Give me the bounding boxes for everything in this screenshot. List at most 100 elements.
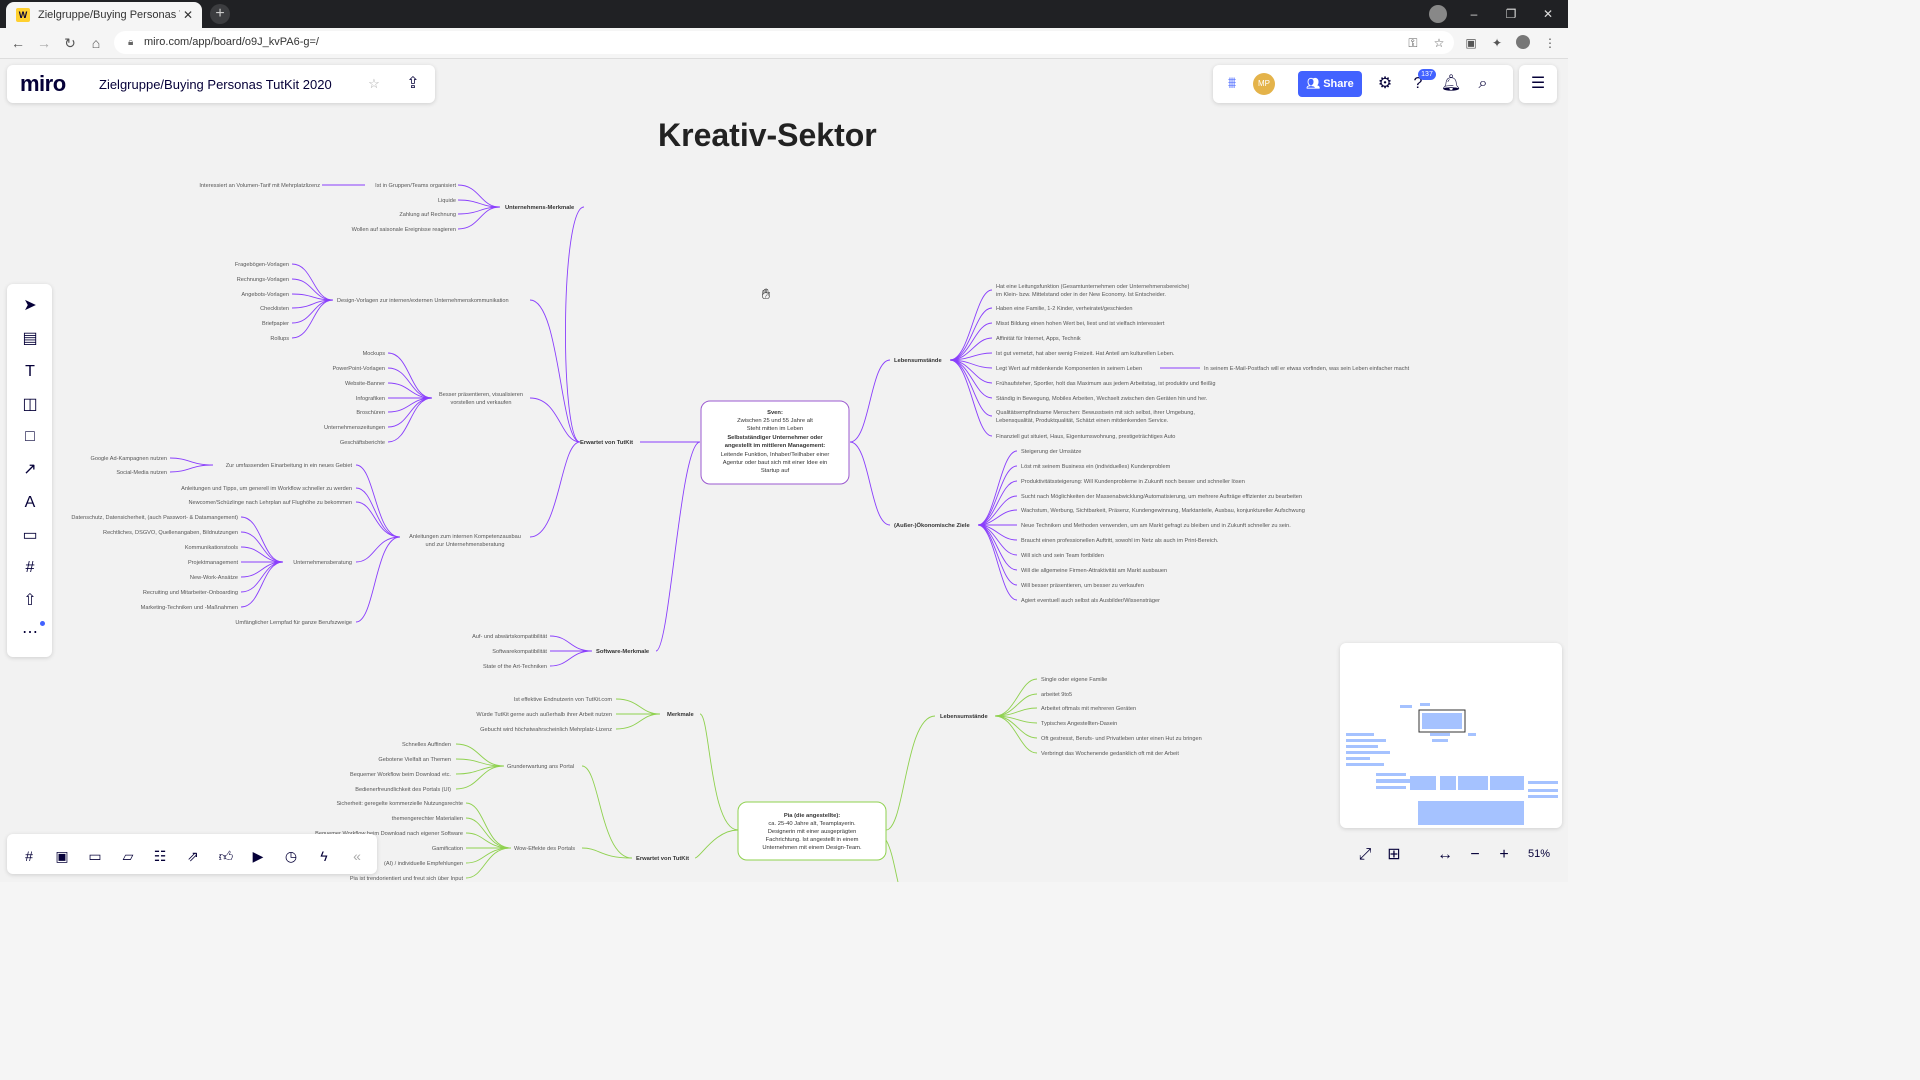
node-grunderwartung[interactable]: Grunderwartung ans Portal xyxy=(507,764,574,770)
software-item[interactable]: Auf- und abwärtskompatibilität xyxy=(472,634,547,640)
life-item[interactable]: Lebensqualität, Produktqualität, Schätzt… xyxy=(996,418,1169,424)
guides-subitem[interactable]: Social-Media nutzen xyxy=(116,470,167,476)
present-item[interactable]: Unternehmenszeitungen xyxy=(324,425,385,431)
vote-icon[interactable]: 👍︎ xyxy=(215,845,237,867)
chat-icon[interactable]: ▱ xyxy=(117,845,139,867)
goals-item[interactable]: Steigerung der Umsätze xyxy=(1021,449,1081,455)
present-item[interactable]: Mockups xyxy=(363,351,386,357)
settings-sliders-icon[interactable]: ⚙ xyxy=(1373,72,1397,96)
connector-icon[interactable]: ↗ xyxy=(18,458,42,482)
design-item[interactable]: Briefpapier xyxy=(262,321,289,327)
share-screen-icon[interactable]: ⇗ xyxy=(182,845,204,867)
green-life-item[interactable]: Arbeitet oftmals mit mehreren Geräten xyxy=(1041,706,1136,712)
present-item[interactable]: Infografiken xyxy=(356,396,385,402)
consult-item[interactable]: Kommunikationstools xyxy=(185,545,238,551)
basic-item[interactable]: Bequemer Workflow beim Download etc. xyxy=(350,772,451,778)
key-icon[interactable]: ⚿ xyxy=(1405,35,1421,51)
frames-icon[interactable]: # xyxy=(18,845,40,867)
node-unternehmens-merkmale[interactable]: Unternehmens-Merkmale xyxy=(505,205,575,211)
life-item[interactable]: Ist gut vernetzt, hat aber wenig Freizei… xyxy=(996,351,1175,357)
goals-item[interactable]: Will die allgemeine Firmen-Attraktivität… xyxy=(1021,568,1167,574)
filter-icon[interactable]: ⩩ xyxy=(1220,72,1244,96)
present-item[interactable]: PowerPoint-Vorlagen xyxy=(332,366,385,372)
company-item[interactable]: Ist in Gruppen/Teams organisiert xyxy=(375,183,456,189)
software-item[interactable]: State of the Art-Techniken xyxy=(483,664,547,670)
text-icon[interactable]: T xyxy=(18,360,42,384)
node-software[interactable]: Software-Merkmale xyxy=(596,649,650,655)
present-item[interactable]: Website-Banner xyxy=(345,381,385,387)
comment-icon[interactable]: ▭ xyxy=(18,524,42,548)
goals-item[interactable]: Wachstum, Werbung, Sichtbarkeit, Präsenz… xyxy=(1021,508,1305,514)
green-life-item[interactable]: Verbringt das Wochenende gedanklich oft … xyxy=(1041,751,1179,757)
traits-item[interactable]: Gebucht wird höchstwahrscheinlich Mehrpl… xyxy=(480,727,612,733)
cast-icon[interactable]: ▣ xyxy=(1463,35,1479,51)
bookmark-star-icon[interactable]: ☆ xyxy=(1431,35,1447,51)
home-icon[interactable]: ⌂ xyxy=(87,34,105,52)
fit-screen-icon[interactable]: ⤢ xyxy=(1353,843,1377,867)
node-design-vorlagen[interactable]: Design-Vorlagen zur internen/externen Un… xyxy=(337,298,509,304)
avatar[interactable]: MP xyxy=(1253,73,1275,95)
green-life-item[interactable]: arbeitet 9to5 xyxy=(1041,692,1072,698)
frame-title[interactable]: Kreativ-Sektor xyxy=(658,117,877,154)
cards-icon[interactable]: ☷ xyxy=(149,845,171,867)
basic-item[interactable]: Bedienerfreundlichkeit des Portals (UI) xyxy=(355,787,451,793)
shape-icon[interactable]: □ xyxy=(18,425,42,449)
select-icon[interactable]: ➤ xyxy=(18,294,42,318)
life-item[interactable]: Qualitätsempfindsame Menschen: Bewusstse… xyxy=(996,410,1195,416)
profile-avatar-icon[interactable] xyxy=(1515,35,1531,51)
design-item[interactable]: Rechnungs-Vorlagen xyxy=(237,277,289,283)
export-icon[interactable]: ⇪ xyxy=(401,72,425,96)
goals-item[interactable]: Löst mit seinem Business ein (individuel… xyxy=(1021,464,1171,470)
tab-close-icon[interactable]: ✕ xyxy=(180,8,196,22)
green-life-item[interactable]: Single oder eigene Familie xyxy=(1041,677,1107,683)
back-icon[interactable]: ← xyxy=(9,34,27,52)
notes-icon[interactable]: ☰ xyxy=(1526,72,1550,96)
guides-item[interactable]: Anleitungen und Tipps, um generell im Wo… xyxy=(181,486,352,492)
forward-icon[interactable]: → xyxy=(35,34,53,52)
goals-item[interactable]: Neue Techniken und Methoden verwenden, u… xyxy=(1021,523,1291,529)
goals-item[interactable]: Will sich und sein Team fortbilden xyxy=(1021,553,1104,559)
node-guides-line2[interactable]: und zur Unternehmensberatung xyxy=(426,542,505,548)
software-item[interactable]: Softwarekompatibilität xyxy=(492,649,547,655)
map-icon[interactable]: ⊞ xyxy=(1382,843,1406,867)
new-tab-button[interactable]: + xyxy=(210,4,230,24)
node-lebensumstaende[interactable]: Lebensumstände xyxy=(894,358,942,364)
guides-item[interactable]: Umfänglicher Lernpfad für ganze Berufszw… xyxy=(235,620,352,626)
maximize-icon[interactable]: ❐ xyxy=(1493,0,1529,28)
pen-icon[interactable]: A xyxy=(18,491,42,515)
comments-icon[interactable]: ▭ xyxy=(84,845,106,867)
goals-item[interactable]: Produktivitätssteigerung: Will Kundenpro… xyxy=(1021,479,1245,485)
wow-item[interactable]: Gamification xyxy=(432,846,463,852)
node-oekonomische-ziele[interactable]: (Außer-)Ökonomische Ziele xyxy=(894,522,970,529)
lightning-icon[interactable]: ϟ xyxy=(313,845,335,867)
life-item[interactable]: Legt Wert auf mitdenkende Komponenten in… xyxy=(996,366,1142,372)
zoom-in-icon[interactable]: + xyxy=(1492,843,1516,867)
close-window-icon[interactable]: ✕ xyxy=(1530,0,1566,28)
node-lebensumstaende-green[interactable]: Lebensumstände xyxy=(940,714,988,720)
company-item[interactable]: Liquide xyxy=(438,198,456,204)
share-button[interactable]: 👥︎ Share xyxy=(1298,71,1362,97)
basic-item[interactable]: Schnelles Auffinden xyxy=(402,742,451,748)
life-item[interactable]: Hat eine Leitungsfunktion (Gesamtunterne… xyxy=(996,284,1190,290)
design-item[interactable]: Fragebögen-Vorlagen xyxy=(235,262,289,268)
wow-item[interactable]: (AI) / individuelle Empfehlungen xyxy=(384,861,463,867)
miro-logo[interactable]: miro xyxy=(20,71,66,97)
wow-item[interactable]: themengerechter Materialien xyxy=(392,816,463,822)
more-tools-icon[interactable]: ⋯ xyxy=(18,621,42,645)
node-wow-effekte[interactable]: Wow-Effekte des Portals xyxy=(514,846,575,852)
search-icon[interactable]: ⌕ xyxy=(1471,72,1495,96)
basic-item[interactable]: Gebotene Vielfalt an Themen xyxy=(378,757,451,763)
design-item[interactable]: Rollups xyxy=(270,336,289,342)
guides-item[interactable]: Zur umfassenden Einarbeitung in ein neue… xyxy=(226,463,353,469)
company-item[interactable]: Wollen auf saisonale Ereignisse reagiere… xyxy=(352,227,456,233)
goals-item[interactable]: Sucht nach Möglichkeiten der Massenabwic… xyxy=(1021,494,1302,500)
traits-item[interactable]: Würde TutKit gerne auch außerhalb ihrer … xyxy=(476,712,612,718)
present-item[interactable]: Broschüren xyxy=(356,410,385,416)
presentation-icon[interactable]: ▣ xyxy=(51,845,73,867)
goals-item[interactable]: Will besser präsentieren, um besser zu v… xyxy=(1021,583,1144,589)
goals-item[interactable]: Agiert eventuell auch selbst als Ausbild… xyxy=(1021,598,1160,604)
reload-icon[interactable]: ↻ xyxy=(61,34,79,52)
fit-width-icon[interactable]: ↔ xyxy=(1433,843,1457,867)
node-merkmale[interactable]: Merkmale xyxy=(667,712,695,718)
templates-icon[interactable]: ▤ xyxy=(18,327,42,351)
